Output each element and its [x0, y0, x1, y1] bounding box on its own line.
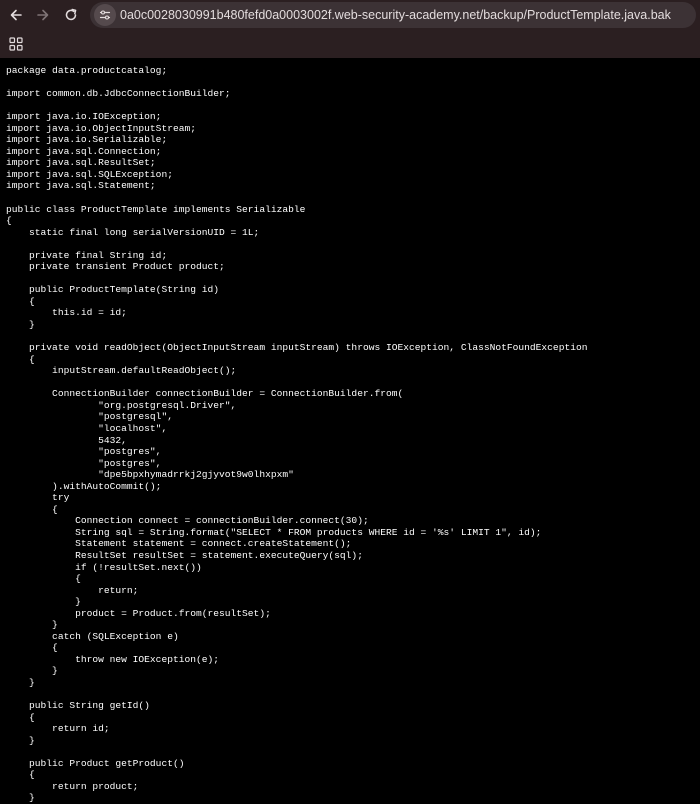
reload-button[interactable]	[59, 3, 83, 27]
apps-grid-icon[interactable]	[8, 36, 24, 52]
code-line: "org.postgresql.Driver",	[6, 399, 237, 411]
code-line: "postgres",	[6, 446, 162, 458]
code-line: }	[6, 734, 35, 746]
code-line: "postgresql",	[6, 411, 173, 423]
code-line: if (!resultSet.next())	[6, 561, 202, 573]
reload-icon	[65, 8, 77, 21]
code-line: }	[6, 665, 58, 677]
code-line: public class ProductTemplate implements …	[6, 203, 306, 215]
arrow-left-icon	[10, 9, 22, 21]
code-line: import java.io.ObjectInputStream;	[6, 122, 196, 134]
code-line: public ProductTemplate(String id)	[6, 284, 220, 296]
tune-icon	[99, 10, 111, 20]
code-line: public Product getProduct()	[6, 757, 185, 769]
code-line: "postgres",	[6, 457, 162, 469]
back-button[interactable]	[4, 3, 28, 27]
code-line: {	[6, 353, 35, 365]
code-line: this.id = id;	[6, 307, 127, 319]
code-line: return product;	[6, 780, 139, 792]
code-line: ConnectionBuilder connectionBuilder = Co…	[6, 388, 404, 400]
code-line: package data.productcatalog;	[6, 65, 168, 76]
code-line: import java.sql.SQLException;	[6, 168, 173, 180]
code-line: {	[6, 642, 58, 654]
code-line: return id;	[6, 723, 110, 735]
bookmarks-bar	[0, 30, 700, 58]
code-line: import java.sql.Connection;	[6, 145, 162, 157]
code-line: {	[6, 711, 35, 723]
source-code: package data.productcatalog; import commo…	[6, 65, 587, 804]
code-line: catch (SQLException e)	[6, 630, 179, 642]
code-line: {	[6, 215, 12, 227]
code-line: inputStream.defaultReadObject();	[6, 365, 237, 377]
code-line: import common.db.JdbcConnectionBuilder;	[6, 88, 231, 100]
code-line: ).withAutoCommit();	[6, 480, 162, 492]
code-line: {	[6, 769, 35, 781]
address-bar[interactable]: 0a0c0028030991b480fefd0a0003002f.web-sec…	[90, 2, 696, 28]
browser-toolbar: 0a0c0028030991b480fefd0a0003002f.web-sec…	[0, 0, 700, 30]
code-line: String sql = String.format("SELECT * FRO…	[6, 526, 542, 538]
code-line: {	[6, 295, 35, 307]
code-line: throw new IOException(e);	[6, 653, 220, 665]
code-line: static final long serialVersionUID = 1L;	[6, 226, 260, 238]
code-line: }	[6, 319, 35, 331]
code-line: 5432,	[6, 434, 127, 446]
code-line: Statement statement = connect.createStat…	[6, 538, 352, 550]
code-line: import java.io.IOException;	[6, 111, 162, 123]
code-line: import java.io.Serializable;	[6, 134, 168, 146]
code-line: import java.sql.ResultSet;	[6, 157, 156, 169]
code-line: public String getId()	[6, 700, 150, 712]
code-line: private final String id;	[6, 249, 168, 261]
code-line: }	[6, 619, 58, 631]
arrow-right-icon	[37, 9, 49, 21]
site-info-button[interactable]	[94, 4, 116, 26]
code-line: }	[6, 676, 35, 688]
code-line: }	[6, 792, 35, 804]
code-line: return;	[6, 584, 139, 596]
code-line: Connection connect = connectionBuilder.c…	[6, 515, 369, 527]
code-line: try	[6, 492, 70, 504]
url-text[interactable]: 0a0c0028030991b480fefd0a0003002f.web-sec…	[120, 7, 690, 23]
code-line: {	[6, 503, 58, 515]
code-line: private void readObject(ObjectInputStrea…	[6, 342, 588, 354]
code-line: {	[6, 573, 81, 585]
page-content: package data.productcatalog; import commo…	[0, 58, 700, 804]
browser-chrome: 0a0c0028030991b480fefd0a0003002f.web-sec…	[0, 0, 700, 58]
code-line: "localhost",	[6, 422, 168, 434]
code-line: import java.sql.Statement;	[6, 180, 156, 192]
code-line: ResultSet resultSet = statement.executeQ…	[6, 549, 363, 561]
code-line: }	[6, 596, 81, 608]
code-line: "dpe5bpxhymadrrkj2gjyvot9w0lhxpxm"	[6, 469, 294, 481]
forward-button[interactable]	[31, 3, 55, 27]
code-line: product = Product.from(resultSet);	[6, 607, 271, 619]
code-line: private transient Product product;	[6, 261, 225, 273]
